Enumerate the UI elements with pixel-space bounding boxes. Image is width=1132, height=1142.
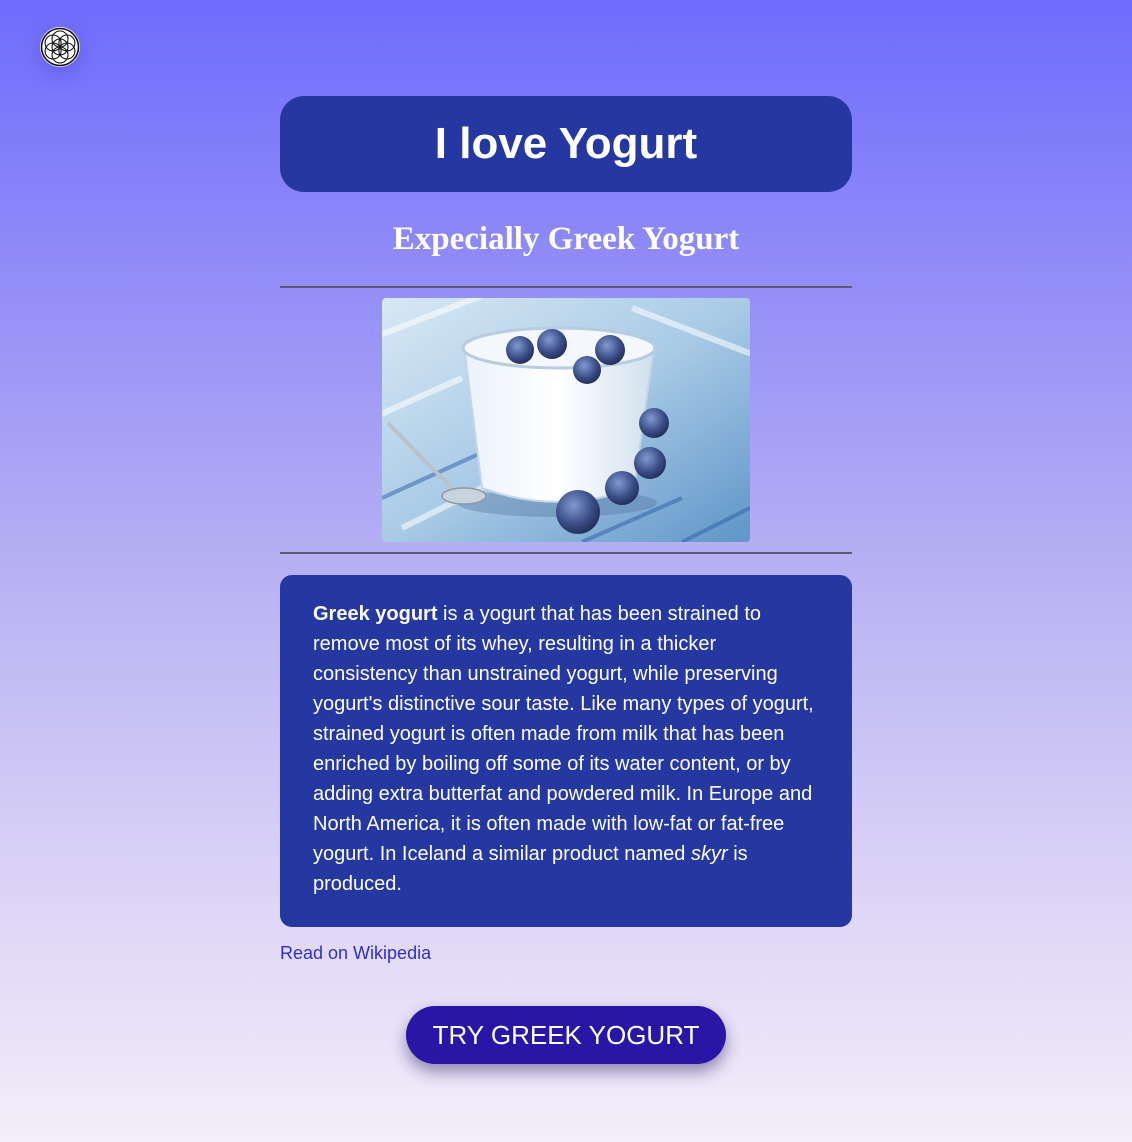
- cta-wrapper: TRY GREEK YOGURT: [0, 1006, 1132, 1064]
- yogurt-illustration: [382, 298, 750, 542]
- description-card: Greek yogurt is a yogurt that has been s…: [280, 575, 852, 927]
- description-text: Greek yogurt is a yogurt that has been s…: [313, 599, 819, 899]
- divider-top: [280, 286, 852, 288]
- main-content: I love Yogurt Expecially Greek Yogurt Gr…: [280, 96, 852, 964]
- description-italic-term: skyr: [690, 843, 728, 865]
- page-title: I love Yogurt: [434, 119, 698, 168]
- page-subtitle: Expecially Greek Yogurt: [392, 221, 740, 257]
- logo[interactable]: [40, 27, 80, 67]
- flower-of-life-icon: [40, 27, 80, 67]
- description-body: is a yogurt that has been strained to re…: [313, 603, 814, 865]
- wikipedia-link[interactable]: Read on Wikipedia: [280, 943, 431, 964]
- yogurt-image: [382, 298, 750, 542]
- try-greek-yogurt-button[interactable]: TRY GREEK YOGURT: [405, 1006, 727, 1064]
- title-card: I love Yogurt: [280, 96, 852, 192]
- description-bold-term: Greek yogurt: [313, 603, 438, 625]
- divider-bottom: [280, 552, 852, 554]
